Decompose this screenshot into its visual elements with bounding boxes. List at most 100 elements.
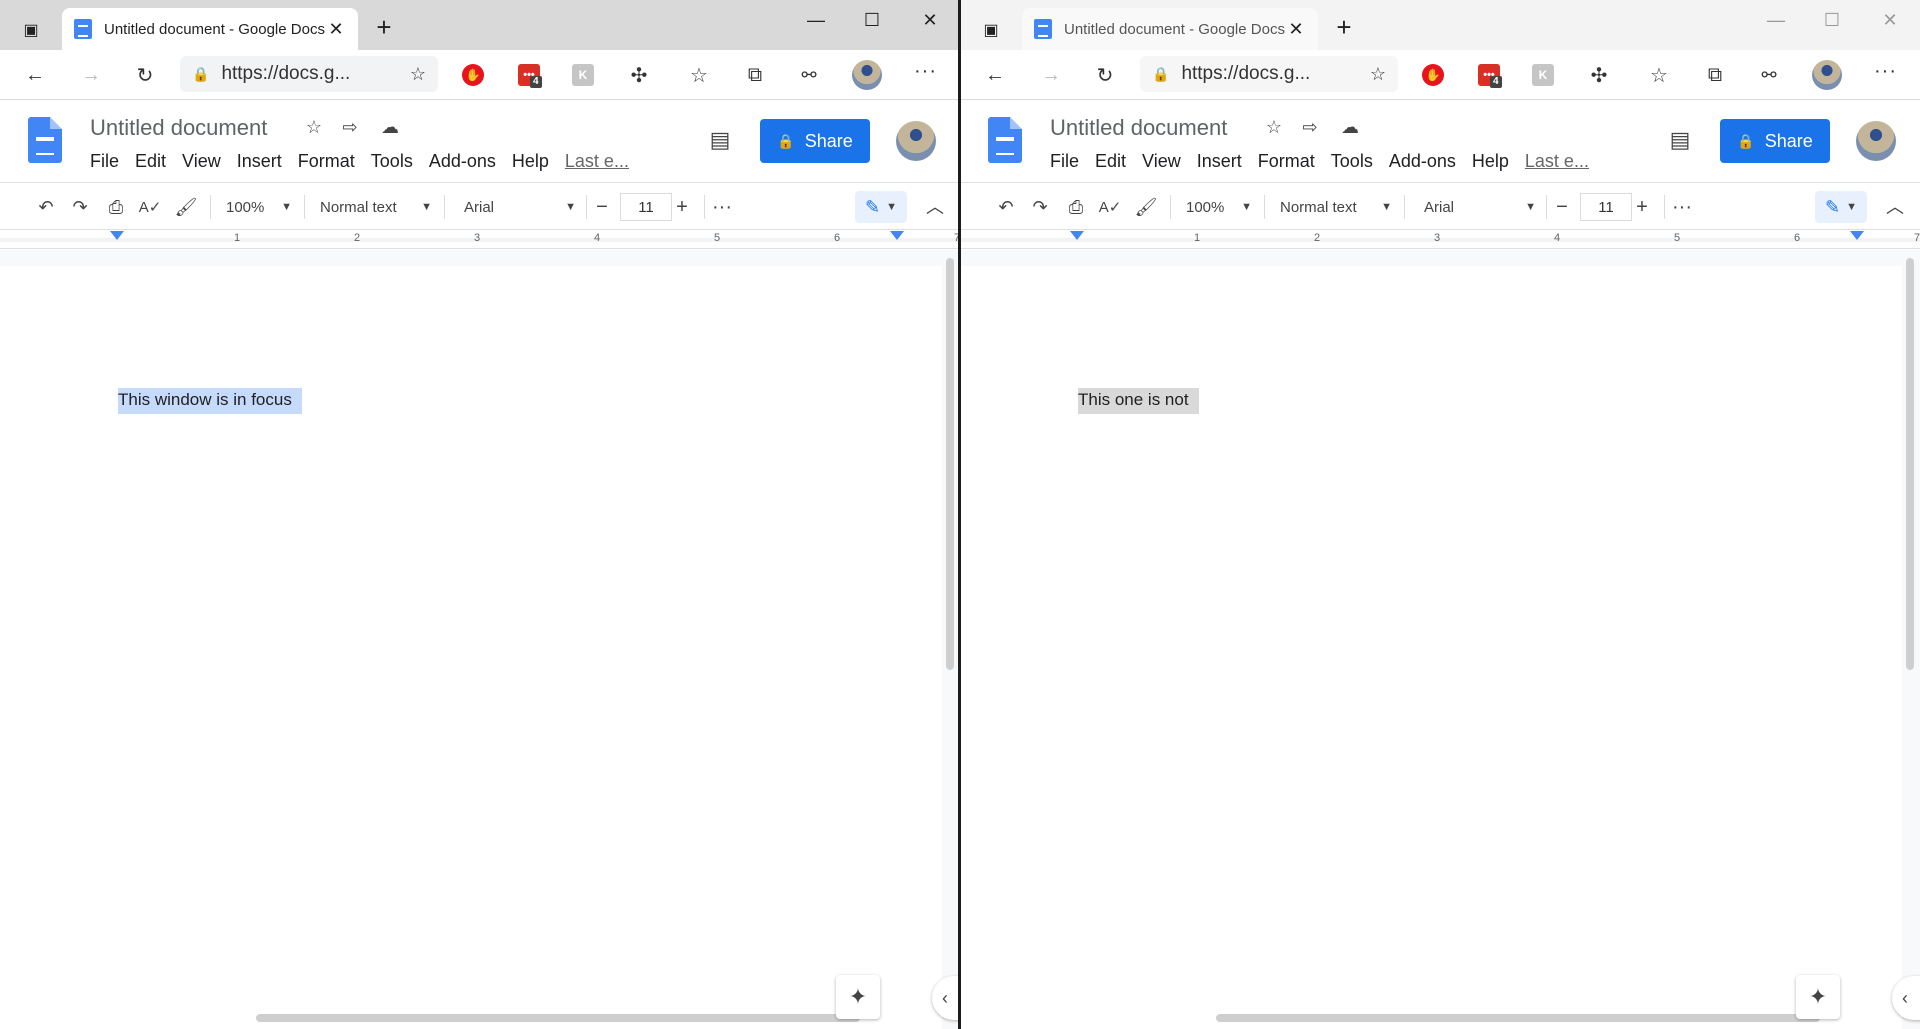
selected-body-text[interactable]: This one is not — [1078, 388, 1199, 414]
docs-logo-icon[interactable] — [28, 117, 62, 163]
increase-font-size-button[interactable]: + — [1628, 193, 1656, 221]
menu-edit[interactable]: Edit — [135, 151, 166, 172]
cloud-saved-icon[interactable]: ☁ — [378, 115, 402, 139]
style-select[interactable]: Normal text ▼ — [320, 193, 432, 221]
vertical-scrollbar[interactable] — [1906, 258, 1914, 670]
close-tab-icon[interactable]: ✕ — [1286, 19, 1306, 40]
lock-icon[interactable]: 🔒 — [192, 66, 209, 83]
selected-body-text[interactable]: This window is in focus — [118, 388, 302, 414]
collapse-menus-icon[interactable]: ︿ — [1886, 193, 1904, 219]
extension-icon[interactable]: ••• 4 — [1478, 64, 1502, 88]
font-select[interactable]: Arial ▼ — [1424, 193, 1536, 221]
menu-help[interactable]: Help — [512, 151, 549, 172]
font-size-input[interactable]: 11 — [1580, 193, 1632, 221]
menu-addons[interactable]: Add-ons — [429, 151, 496, 172]
paint-format-icon[interactable]: 🖌 — [174, 193, 198, 221]
document-title[interactable]: Untitled document — [90, 115, 267, 141]
decrease-font-size-button[interactable]: − — [588, 193, 616, 221]
adblock-extension-icon[interactable]: ✋ — [1422, 64, 1444, 86]
forward-icon[interactable]: → — [1038, 62, 1064, 88]
document-page[interactable] — [0, 266, 942, 1029]
adblock-extension-icon[interactable]: ✋ — [462, 64, 484, 86]
share-button[interactable]: 🔒 Share — [1720, 119, 1830, 163]
close-window-button[interactable]: ✕ — [902, 8, 958, 32]
tab-actions-icon[interactable]: ▣ — [18, 18, 44, 42]
menu-edit[interactable]: Edit — [1095, 151, 1126, 172]
browser-tab[interactable]: Untitled document - Google Docs ✕ — [62, 8, 358, 50]
move-folder-icon[interactable]: ⇨ — [338, 115, 362, 139]
horizontal-scrollbar[interactable] — [256, 1014, 860, 1022]
collections-icon[interactable]: ⧉ — [742, 62, 768, 88]
minimize-button[interactable]: — — [1748, 8, 1804, 32]
zoom-select[interactable]: 100% ▼ — [226, 193, 292, 221]
profile-sync-icon[interactable]: ⚯ — [1756, 62, 1782, 88]
close-tab-icon[interactable]: ✕ — [326, 19, 346, 40]
increase-font-size-button[interactable]: + — [668, 193, 696, 221]
menu-insert[interactable]: Insert — [237, 151, 282, 172]
extension-gray-icon[interactable]: K — [1532, 64, 1554, 86]
maximize-button[interactable]: ☐ — [1804, 8, 1860, 32]
editing-mode-button[interactable]: ✎ ▼ — [855, 191, 907, 223]
extension-gray-icon[interactable]: K — [572, 64, 594, 86]
lock-icon[interactable]: 🔒 — [1152, 66, 1169, 83]
add-favorite-icon[interactable]: ☆ — [1370, 64, 1386, 85]
comment-history-icon[interactable]: ▤ — [706, 127, 734, 153]
last-edit-link[interactable]: Last e... — [1525, 151, 1589, 172]
reload-icon[interactable]: ↻ — [132, 62, 158, 88]
tab-actions-icon[interactable]: ▣ — [978, 18, 1004, 42]
favorites-icon[interactable]: ☆ — [1646, 62, 1672, 88]
redo-icon[interactable]: ↷ — [1028, 193, 1052, 221]
move-folder-icon[interactable]: ⇨ — [1298, 115, 1322, 139]
redo-icon[interactable]: ↷ — [68, 193, 92, 221]
spellcheck-icon[interactable]: A✓ — [138, 193, 162, 221]
new-tab-button[interactable]: + — [370, 14, 398, 40]
more-tools-icon[interactable]: ··· — [708, 193, 736, 221]
comment-history-icon[interactable]: ▤ — [1666, 127, 1694, 153]
explore-icon[interactable]: ✦ — [836, 975, 880, 1019]
editing-mode-button[interactable]: ✎ ▼ — [1815, 191, 1867, 223]
account-avatar[interactable] — [1856, 121, 1896, 161]
menu-format[interactable]: Format — [1258, 151, 1315, 172]
explore-icon[interactable]: ✦ — [1796, 975, 1840, 1019]
extensions-puzzle-icon[interactable]: ✣ — [626, 62, 652, 88]
zoom-select[interactable]: 100% ▼ — [1186, 193, 1252, 221]
right-indent-marker[interactable] — [1850, 231, 1864, 240]
more-tools-icon[interactable]: ··· — [1668, 193, 1696, 221]
menu-addons[interactable]: Add-ons — [1389, 151, 1456, 172]
back-icon[interactable]: ← — [982, 62, 1008, 88]
extension-icon[interactable]: ••• 4 — [518, 64, 542, 88]
address-bar[interactable]: 🔒 https://docs.g... ☆ — [180, 56, 438, 92]
left-indent-marker[interactable] — [110, 231, 124, 240]
maximize-button[interactable]: ☐ — [844, 8, 900, 32]
document-title[interactable]: Untitled document — [1050, 115, 1227, 141]
right-indent-marker[interactable] — [890, 231, 904, 240]
undo-icon[interactable]: ↶ — [34, 193, 58, 221]
menu-file[interactable]: File — [90, 151, 119, 172]
extensions-puzzle-icon[interactable]: ✣ — [1586, 62, 1612, 88]
menu-insert[interactable]: Insert — [1197, 151, 1242, 172]
share-button[interactable]: 🔒 Share — [760, 119, 870, 163]
reload-icon[interactable]: ↻ — [1092, 62, 1118, 88]
menu-tools[interactable]: Tools — [1331, 151, 1373, 172]
profile-sync-icon[interactable]: ⚯ — [796, 62, 822, 88]
url-text[interactable]: https://docs.g... — [1181, 63, 1369, 85]
address-bar[interactable]: 🔒 https://docs.g... ☆ — [1140, 56, 1398, 92]
profile-avatar[interactable] — [1812, 60, 1842, 90]
print-icon[interactable]: ⎙ — [1064, 193, 1088, 221]
browser-tab[interactable]: Untitled document - Google Docs ✕ — [1022, 8, 1318, 50]
decrease-font-size-button[interactable]: − — [1548, 193, 1576, 221]
print-icon[interactable]: ⎙ — [104, 193, 128, 221]
star-icon[interactable]: ☆ — [1262, 115, 1286, 139]
last-edit-link[interactable]: Last e... — [565, 151, 629, 172]
document-page[interactable] — [960, 266, 1902, 1029]
ruler[interactable]: 1 2 3 4 5 6 7 — [960, 231, 1920, 249]
docs-logo-icon[interactable] — [988, 117, 1022, 163]
menu-file[interactable]: File — [1050, 151, 1079, 172]
favorites-icon[interactable]: ☆ — [686, 62, 712, 88]
menu-view[interactable]: View — [1142, 151, 1181, 172]
font-size-input[interactable]: 11 — [620, 193, 672, 221]
menu-help[interactable]: Help — [1472, 151, 1509, 172]
more-options-icon[interactable]: ··· — [914, 60, 937, 83]
close-window-button[interactable]: ✕ — [1862, 8, 1918, 32]
style-select[interactable]: Normal text ▼ — [1280, 193, 1392, 221]
